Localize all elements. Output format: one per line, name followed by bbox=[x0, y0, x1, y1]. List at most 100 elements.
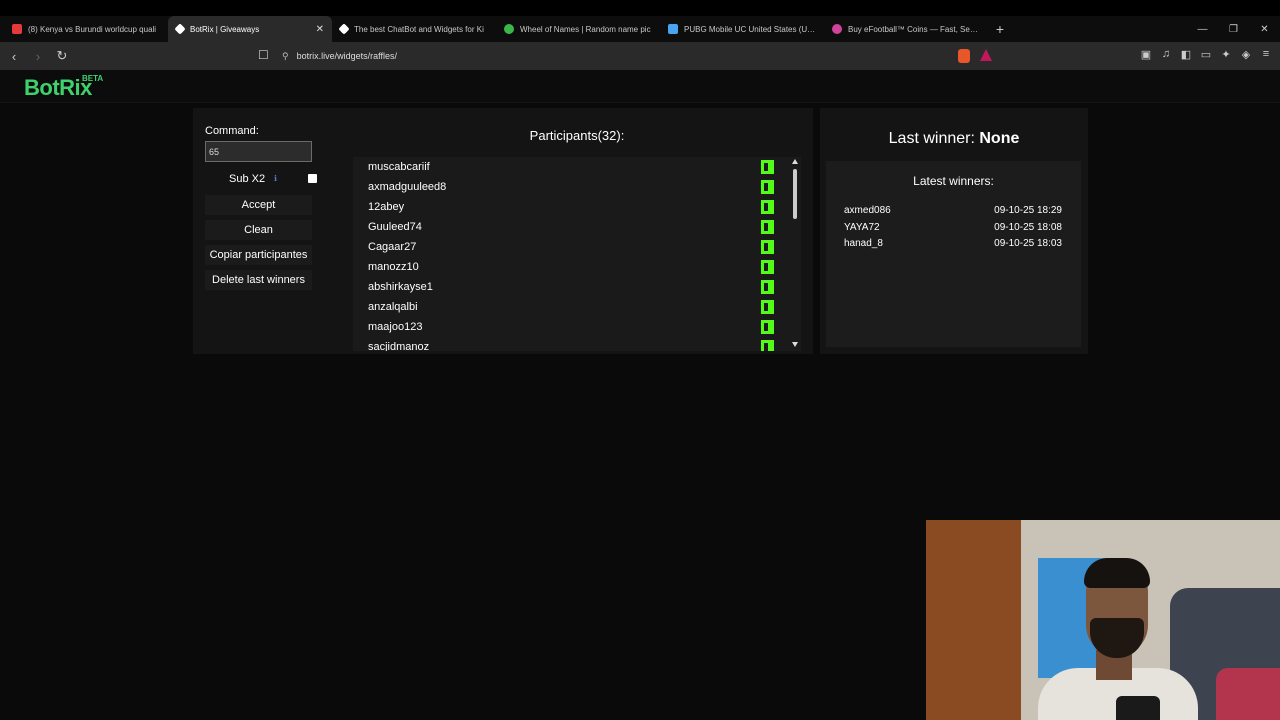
participant-name: maajoo123 bbox=[368, 321, 423, 333]
bookmark-icon[interactable]: ☐ bbox=[258, 48, 269, 62]
winner-row: YAYA72 09-10-25 18:08 bbox=[844, 222, 1062, 236]
sub-x2-row: Sub X2 ℹ bbox=[205, 173, 317, 185]
winner-panel: Last winner: None Latest winners: axmed0… bbox=[820, 108, 1088, 354]
winner-name: axmed086 bbox=[844, 205, 891, 216]
tab[interactable]: PUBG Mobile UC United States (USA) bbox=[660, 16, 824, 42]
youtube-icon bbox=[12, 24, 22, 34]
beta-badge: BETA bbox=[82, 74, 104, 83]
reload-icon[interactable]: ↻ bbox=[52, 48, 72, 64]
site-info-icon[interactable]: ⚲ bbox=[282, 51, 289, 62]
pubg-icon bbox=[668, 24, 678, 34]
list-item: manozz10 bbox=[353, 257, 783, 277]
clean-button[interactable]: Clean bbox=[205, 220, 312, 240]
close-icon[interactable]: ✕ bbox=[316, 24, 324, 35]
scroll-up-icon[interactable] bbox=[792, 159, 798, 164]
tab[interactable]: The best ChatBot and Widgets for Ki bbox=[332, 16, 496, 42]
sub-x2-checkbox[interactable] bbox=[308, 174, 317, 183]
participants-list[interactable]: muscabcariif axmadguuleed8 12abey Guulee… bbox=[353, 157, 801, 351]
raffle-panel: Command: Sub X2 ℹ Accept Clean Copiar pa… bbox=[193, 108, 813, 354]
url-text: botrix.live/widgets/raffles/ bbox=[296, 51, 397, 61]
last-winner-value: None bbox=[979, 130, 1020, 147]
minimize-icon[interactable]: — bbox=[1187, 24, 1218, 35]
tab-title: Wheel of Names | Random name pic bbox=[520, 24, 651, 34]
winner-row: hanad_8 09-10-25 18:03 bbox=[844, 238, 1062, 252]
brave-shield-icon[interactable] bbox=[958, 49, 970, 63]
back-icon[interactable]: ‹ bbox=[4, 49, 24, 64]
webcam-door bbox=[926, 520, 1021, 720]
webcam-cloth bbox=[1216, 668, 1280, 720]
kick-icon bbox=[761, 260, 774, 274]
tab[interactable]: (8) Kenya vs Burundi worldcup quali bbox=[4, 16, 168, 42]
tab-title: The best ChatBot and Widgets for Ki bbox=[354, 24, 484, 34]
wheel-icon bbox=[504, 24, 514, 34]
scroll-thumb[interactable] bbox=[793, 169, 797, 219]
tab-title: BotRix | Giveaways bbox=[190, 24, 260, 34]
vpn-icon[interactable]: ◈ bbox=[1240, 48, 1252, 61]
restore-icon[interactable]: ❐ bbox=[1218, 24, 1249, 35]
reader-icon[interactable]: ▣ bbox=[1140, 48, 1152, 61]
latest-winners-title: Latest winners: bbox=[913, 174, 994, 188]
participant-name: abshirkayse1 bbox=[368, 281, 433, 293]
participant-name: anzalqalbi bbox=[368, 301, 418, 313]
participants-scrollbar[interactable] bbox=[791, 157, 801, 351]
list-item: maajoo123 bbox=[353, 317, 783, 337]
kick-icon bbox=[761, 160, 774, 174]
close-window-icon[interactable]: ✕ bbox=[1249, 24, 1280, 35]
forward-icon[interactable]: › bbox=[28, 49, 48, 64]
latest-winners-box: Latest winners: axmed086 09-10-25 18:29 … bbox=[826, 161, 1081, 347]
webcam-person-hair bbox=[1084, 558, 1150, 588]
leo-icon[interactable]: ✦ bbox=[1220, 48, 1232, 61]
participant-name: 12abey bbox=[368, 201, 405, 213]
participant-name: Cagaar27 bbox=[368, 241, 417, 253]
winner-name: hanad_8 bbox=[844, 238, 883, 249]
tab-active[interactable]: BotRix | Giveaways ✕ bbox=[168, 16, 332, 42]
music-icon[interactable]: ♫ bbox=[1160, 48, 1172, 61]
kick-icon bbox=[761, 300, 774, 314]
last-winner-label: Last winner: bbox=[888, 130, 980, 147]
wallet-icon[interactable]: ▭ bbox=[1200, 48, 1212, 61]
kick-icon bbox=[761, 220, 774, 234]
menu-icon[interactable]: ≡ bbox=[1260, 48, 1272, 61]
address-bar: ‹ › ↻ ☐ ⚲ botrix.live/widgets/raffles/ ▣… bbox=[0, 42, 1280, 70]
command-input[interactable] bbox=[205, 141, 312, 162]
botrix-icon bbox=[174, 23, 186, 35]
webcam-microphone bbox=[1116, 696, 1160, 720]
list-item: Cagaar27 bbox=[353, 237, 783, 257]
sidebar-icon[interactable]: ◧ bbox=[1180, 48, 1192, 61]
sub-x2-label: Sub X2 bbox=[229, 173, 266, 185]
botrix-icon bbox=[338, 23, 350, 35]
participant-name: axmadguuleed8 bbox=[368, 181, 447, 193]
list-item: abshirkayse1 bbox=[353, 277, 783, 297]
screen-top-bar bbox=[0, 0, 1280, 16]
kick-icon bbox=[761, 180, 774, 194]
list-item: Guuleed74 bbox=[353, 217, 783, 237]
tab[interactable]: Wheel of Names | Random name pic bbox=[496, 16, 660, 42]
window-controls: — ❐ ✕ bbox=[1187, 16, 1280, 42]
kick-icon bbox=[761, 200, 774, 214]
url-field[interactable]: ⚲ botrix.live/widgets/raffles/ bbox=[282, 46, 1002, 66]
tab-title: (8) Kenya vs Burundi worldcup quali bbox=[28, 24, 157, 34]
list-item: 12abey bbox=[353, 197, 783, 217]
participants-title: Participants(32): bbox=[529, 128, 625, 143]
winner-time: 09-10-25 18:03 bbox=[994, 238, 1062, 249]
tab[interactable]: Buy eFootball™ Coins — Fast, Secure bbox=[824, 16, 988, 42]
info-icon: ℹ bbox=[274, 174, 278, 183]
toolbar-icons: ▣ ♫ ◧ ▭ ✦ ◈ ≡ bbox=[1140, 48, 1272, 61]
tab-strip: (8) Kenya vs Burundi worldcup quali BotR… bbox=[0, 16, 1280, 42]
scroll-down-icon[interactable] bbox=[792, 342, 798, 347]
participant-name: muscabcariif bbox=[368, 161, 430, 173]
copy-participants-button[interactable]: Copiar participantes bbox=[205, 245, 312, 265]
webcam-overlay bbox=[926, 520, 1280, 720]
delete-last-winners-button[interactable]: Delete last winners bbox=[205, 270, 312, 290]
site-header: BotRix BETA bbox=[0, 70, 1280, 103]
kick-icon bbox=[761, 280, 774, 294]
tab-title: Buy eFootball™ Coins — Fast, Secure bbox=[848, 24, 980, 34]
brave-rewards-icon[interactable] bbox=[980, 49, 992, 61]
winner-row: axmed086 09-10-25 18:29 bbox=[844, 205, 1062, 219]
participant-name: manozz10 bbox=[368, 261, 419, 273]
accept-button[interactable]: Accept bbox=[205, 195, 312, 215]
new-tab-button[interactable]: + bbox=[988, 21, 1012, 37]
list-item: axmadguuleed8 bbox=[353, 177, 783, 197]
list-item: anzalqalbi bbox=[353, 297, 783, 317]
efootball-icon bbox=[832, 24, 842, 34]
